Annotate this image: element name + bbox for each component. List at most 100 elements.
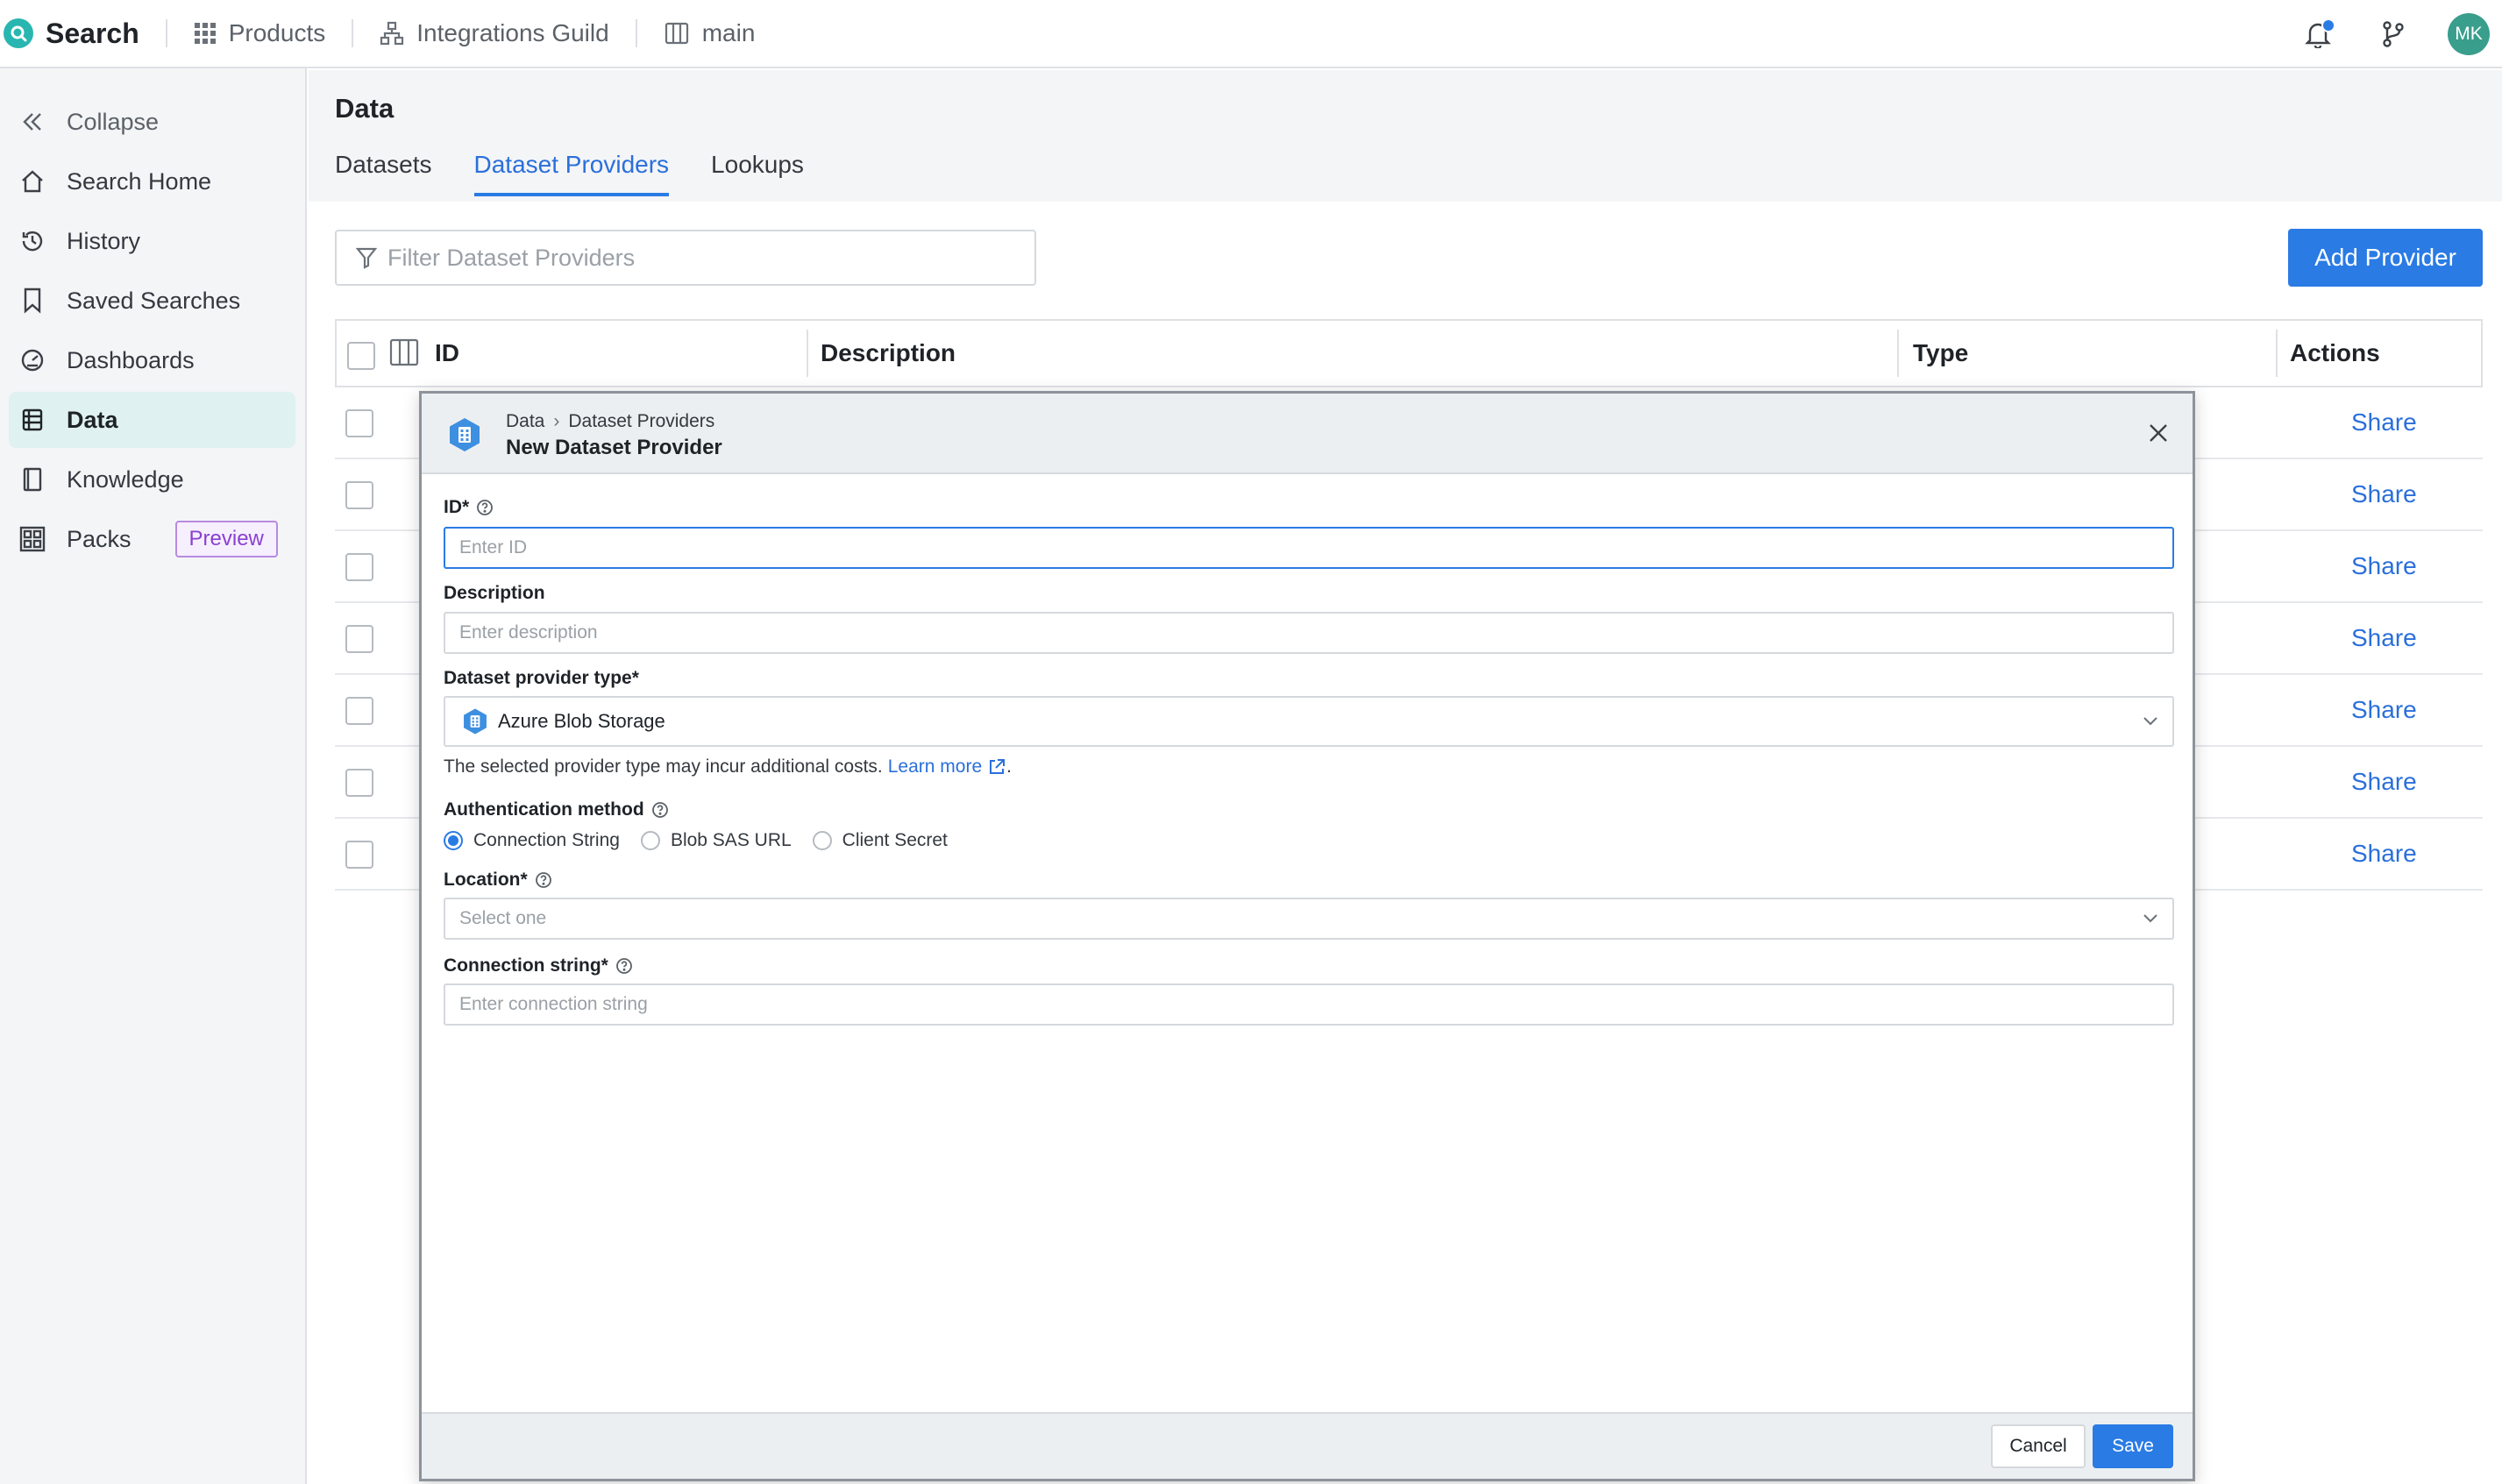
topnav-label: main: [701, 19, 756, 46]
sidebar-item-label: Data: [67, 406, 118, 433]
row-checkbox[interactable]: [345, 769, 373, 797]
row-checkbox[interactable]: [345, 409, 373, 437]
share-link[interactable]: Share: [2351, 552, 2417, 580]
connection-string-input[interactable]: [445, 985, 2172, 1024]
divider: [352, 19, 354, 47]
book-icon: [19, 466, 46, 493]
description-label: Description: [444, 583, 545, 603]
id-input[interactable]: [445, 529, 2172, 567]
notifications-button[interactable]: [2297, 13, 2339, 55]
sidebar-item-dashboards[interactable]: Dashboards: [9, 332, 295, 388]
location-label: Location*: [444, 870, 552, 891]
id-label: ID*: [444, 497, 494, 518]
breadcrumb-dataset-providers[interactable]: Dataset Providers: [568, 411, 714, 432]
share-link[interactable]: Share: [2351, 408, 2417, 437]
tab-datasets[interactable]: Datasets: [335, 151, 432, 196]
sidebar-item-knowledge[interactable]: Knowledge: [9, 451, 295, 508]
help-icon[interactable]: [651, 801, 669, 819]
tab-lookups[interactable]: Lookups: [711, 151, 804, 196]
column-header-type[interactable]: Type: [1913, 321, 1968, 386]
location-select[interactable]: Select one: [444, 898, 2174, 940]
save-button[interactable]: Save: [2093, 1424, 2173, 1468]
share-link[interactable]: Share: [2351, 624, 2417, 652]
id-field[interactable]: [444, 527, 2174, 569]
hint-period: .: [1006, 756, 1012, 777]
share-link[interactable]: Share: [2351, 696, 2417, 724]
breadcrumb-data[interactable]: Data: [506, 411, 544, 432]
column-header-id[interactable]: ID: [435, 321, 459, 386]
help-icon[interactable]: [535, 871, 552, 889]
connection-string-field[interactable]: [444, 983, 2174, 1026]
column-header-description[interactable]: Description: [821, 321, 956, 386]
history-icon: [19, 228, 46, 254]
share-link[interactable]: Share: [2351, 768, 2417, 796]
row-checkbox[interactable]: [345, 553, 373, 581]
topnav-products[interactable]: Products: [194, 19, 326, 47]
row-checkbox[interactable]: [345, 697, 373, 725]
filter-icon: [356, 246, 377, 269]
filter-box: [335, 230, 1036, 286]
provider-type-select[interactable]: Azure Blob Storage: [444, 696, 2174, 747]
topnav-label: Integrations Guild: [416, 19, 609, 46]
sidebar-item-history[interactable]: History: [9, 213, 295, 269]
learn-more-link[interactable]: Learn more: [888, 756, 982, 778]
description-field[interactable]: [444, 612, 2174, 654]
sidebar-item-data[interactable]: Data: [9, 392, 295, 448]
external-link-icon[interactable]: [987, 757, 1006, 777]
share-link[interactable]: Share: [2351, 840, 2417, 868]
sidebar-item-saved-searches[interactable]: Saved Searches: [9, 273, 295, 329]
azure-blob-icon: [464, 708, 487, 735]
column-divider: [807, 330, 808, 377]
id-label-text: ID*: [444, 497, 470, 517]
help-icon[interactable]: [476, 499, 494, 516]
avatar[interactable]: MK: [2448, 13, 2490, 55]
row-checkbox[interactable]: [345, 625, 373, 653]
topnav-integrations-guild[interactable]: Integrations Guild: [380, 19, 609, 47]
branch-book-icon: [664, 20, 690, 46]
page-title: Data: [335, 93, 394, 124]
tab-dataset-providers[interactable]: Dataset Providers: [473, 151, 669, 196]
table-header: ID Description Type Actions: [335, 319, 2483, 387]
topnav-label: Products: [228, 19, 326, 46]
app-name: Search: [46, 17, 139, 49]
row-checkbox[interactable]: [345, 481, 373, 509]
select-all-checkbox[interactable]: [347, 342, 375, 370]
sidebar-item-search-home[interactable]: Search Home: [9, 153, 295, 209]
dialog-header: Data › Dataset Providers New Dataset Pro…: [422, 394, 2193, 474]
radio-client-secret[interactable]: Client Secret: [812, 830, 948, 851]
new-dataset-provider-dialog: Data › Dataset Providers New Dataset Pro…: [419, 391, 2195, 1481]
radio-blob-sas-url[interactable]: Blob SAS URL: [640, 830, 792, 851]
connection-string-label: Connection string*: [444, 955, 633, 976]
column-header-actions: Actions: [2290, 339, 2380, 366]
close-button[interactable]: [2145, 420, 2171, 446]
filter-input[interactable]: [387, 244, 1001, 272]
brand[interactable]: Search: [0, 0, 139, 67]
azure-blob-icon: [450, 418, 480, 451]
top-bar: Search Products Integrations Guild main …: [0, 0, 2502, 68]
page-header: Data Datasets Dataset Providers Lookups: [309, 70, 2502, 202]
sidebar-item-label: Saved Searches: [67, 287, 241, 314]
cancel-button[interactable]: Cancel: [1991, 1424, 2086, 1468]
sidebar-item-packs[interactable]: Packs Preview: [9, 511, 295, 567]
sidebar-item-label: Knowledge: [67, 465, 184, 493]
columns-icon[interactable]: [389, 338, 419, 371]
git-branch-button[interactable]: [2372, 13, 2414, 55]
share-link[interactable]: Share: [2351, 480, 2417, 508]
radio-connection-string[interactable]: Connection String: [444, 830, 620, 851]
radio-button[interactable]: [812, 831, 832, 850]
description-input[interactable]: [445, 614, 2172, 652]
radio-button[interactable]: [640, 831, 660, 850]
topnav-branch[interactable]: main: [664, 19, 756, 47]
dialog-title: New Dataset Provider: [506, 436, 722, 459]
add-provider-button[interactable]: Add Provider: [2288, 229, 2483, 287]
help-icon[interactable]: [615, 957, 633, 975]
sidebar-collapse[interactable]: Collapse: [9, 94, 295, 150]
row-checkbox[interactable]: [345, 841, 373, 869]
search-logo-icon: [4, 18, 33, 48]
location-label-text: Location*: [444, 870, 528, 890]
sidebar: Collapse Search Home History Saved Searc…: [0, 68, 307, 1484]
auth-method-label-text: Authentication method: [444, 799, 644, 820]
radio-button[interactable]: [444, 831, 463, 850]
radio-label: Connection String: [473, 830, 620, 850]
column-divider: [1897, 330, 1899, 377]
